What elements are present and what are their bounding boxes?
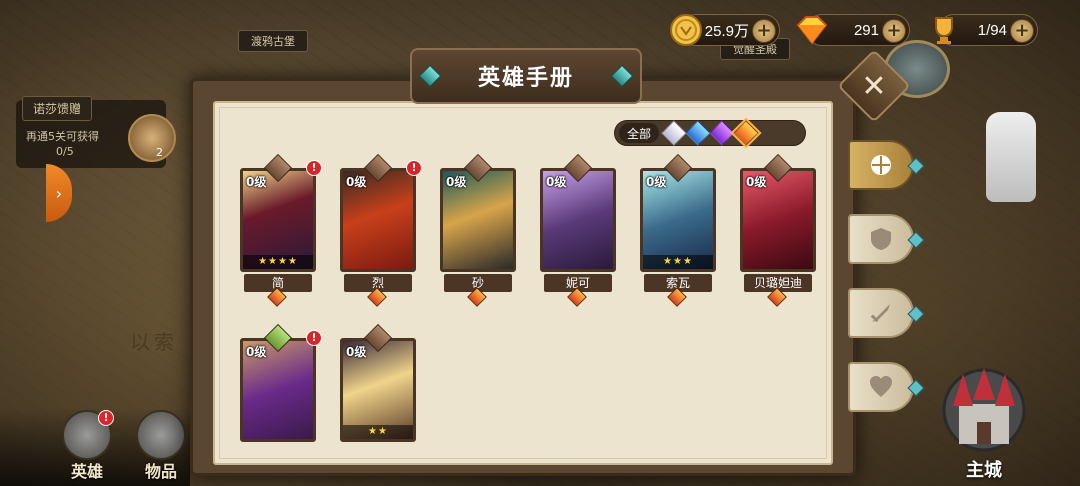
hero-handbook-title-plate: 英雄手册 xyxy=(410,48,642,104)
nav-items-label: 物品 xyxy=(144,462,177,481)
hero-stars: ★★★★ xyxy=(243,255,313,269)
rarity-filter-bar: 全部 xyxy=(614,117,806,149)
trophy-icon xyxy=(925,11,963,49)
hero-card[interactable]: 0级 贝璐妲迪 xyxy=(736,153,820,307)
hero-portrait-frame: 0级 xyxy=(740,168,816,272)
main-city-label: 主城 xyxy=(966,460,1002,481)
hero-alert-badge: ! xyxy=(98,410,114,426)
hero-portrait-frame: 0级 ★★★ xyxy=(640,168,716,272)
main-city-button[interactable]: 主城 xyxy=(934,364,1034,482)
add-gems-button[interactable]: + xyxy=(882,19,906,43)
close-icon: ✕ xyxy=(861,68,887,104)
castle-icon xyxy=(942,368,1026,452)
reward-count: 2 xyxy=(156,146,163,159)
hero-portrait-frame: 0级 xyxy=(240,338,316,442)
hero-stars: ★★★ xyxy=(643,255,713,269)
tab-all-heroes[interactable] xyxy=(848,140,925,190)
hero-level: 0级 xyxy=(346,175,367,189)
add-stamina-button[interactable]: + xyxy=(1010,19,1034,43)
hero-level: 0级 xyxy=(546,175,567,189)
nav-hero-button[interactable]: 英雄 ! xyxy=(56,410,118,481)
map-script-text: 以索 xyxy=(130,330,178,354)
tab-tank-heroes[interactable] xyxy=(848,214,925,264)
hero-card[interactable]: 0级 妮可 xyxy=(536,153,620,307)
filter-blue-gem-icon[interactable] xyxy=(685,120,711,146)
hero-portrait-frame: 0级 ★★★★ xyxy=(240,168,316,272)
reward-description: 再通5关可获得 xyxy=(26,130,99,143)
reward-title: 诺莎馈赠 xyxy=(22,96,93,121)
hero-portrait-frame: 0级 ★★ xyxy=(340,338,416,442)
bag-icon xyxy=(136,410,186,460)
nav-items-button[interactable]: 物品 xyxy=(130,410,192,481)
panel-title: 英雄手册 xyxy=(477,66,574,91)
nosha-gift-panel[interactable]: 诺莎馈赠 再通5关可获得 0/5 2 xyxy=(16,96,176,168)
filter-all-button[interactable]: 全部 xyxy=(619,123,660,143)
title-gem-right-icon xyxy=(610,64,634,88)
nav-hero-label: 英雄 xyxy=(70,462,103,481)
hero-level: 0级 xyxy=(246,345,267,359)
stamina-resource: 1/94 + xyxy=(935,14,1038,46)
filter-orange-gem-icon[interactable] xyxy=(730,117,762,149)
hero-portrait-frame: 0级 xyxy=(440,168,516,272)
hero-level: 0级 xyxy=(746,175,767,189)
hero-level: 0级 xyxy=(346,345,367,359)
gem-resource: 291 + xyxy=(796,14,910,46)
title-gem-left-icon xyxy=(418,64,442,88)
hero-level: 0级 xyxy=(446,175,467,189)
bottom-nav: 英雄 ! 物品 xyxy=(0,408,190,486)
chevron-right-icon: › xyxy=(55,183,63,203)
sword-icon xyxy=(870,304,890,323)
gold-resource: 25.9万 + xyxy=(670,14,780,46)
location-crow-castle[interactable]: 渡鸦古堡 xyxy=(238,30,308,52)
grid-icon xyxy=(871,155,891,175)
filter-purple-gem-icon[interactable] xyxy=(709,120,735,146)
hero-alert-badge: ! xyxy=(406,160,422,176)
hero-card[interactable]: 0级 ! xyxy=(236,323,322,470)
hero-alert-badge: ! xyxy=(306,160,322,176)
hero-portrait-frame: 0级 xyxy=(540,168,616,272)
gold-coin-icon xyxy=(667,11,705,49)
hero-alert-badge: ! xyxy=(306,330,322,346)
heart-icon xyxy=(870,376,892,397)
candle-decoration xyxy=(986,112,1036,202)
hero-level: 0级 xyxy=(646,175,667,189)
hero-card[interactable]: 0级 ★★★ 索瓦 xyxy=(636,153,720,307)
reward-progress: 0/5 xyxy=(56,145,74,158)
hero-card[interactable]: 0级 ★★ xyxy=(336,323,420,470)
hero-portrait-frame: 0级 xyxy=(340,168,416,272)
hero-stars: ★★ xyxy=(343,425,413,439)
diamond-icon xyxy=(793,11,831,49)
shield-icon xyxy=(871,228,891,250)
add-gold-button[interactable]: + xyxy=(752,19,776,43)
hero-card[interactable]: 0级 ! 烈 xyxy=(336,153,422,307)
tab-support-heroes[interactable] xyxy=(848,362,925,412)
hero-card[interactable]: 0级 砂 xyxy=(436,153,520,307)
hero-card[interactable]: 0级 ★★★★ ! 简 xyxy=(236,153,322,307)
filter-white-gem-icon[interactable] xyxy=(661,120,687,146)
hero-level: 0级 xyxy=(246,175,267,189)
tab-attack-heroes[interactable] xyxy=(848,288,925,338)
reward-item-icon xyxy=(128,114,176,162)
